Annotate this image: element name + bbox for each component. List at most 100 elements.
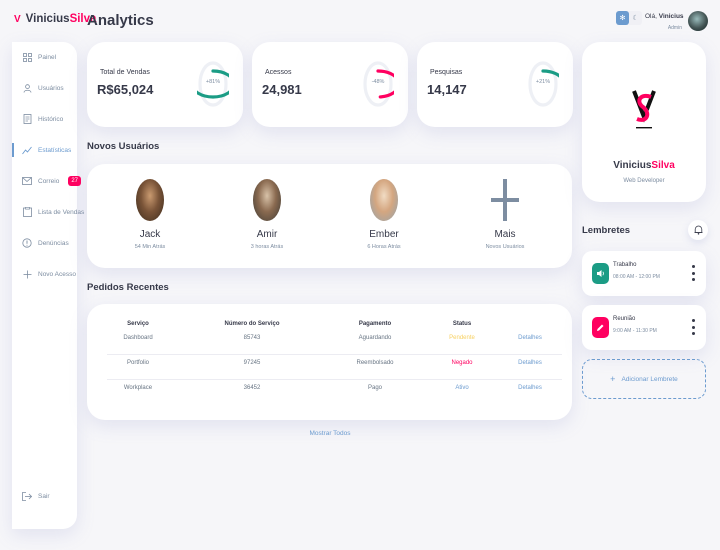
stat-label: Acessos <box>265 69 292 76</box>
stat-percent: +21% <box>535 79 551 85</box>
user-photo <box>136 179 164 221</box>
stat-card-sales: Total de Vendas R$65,024 +81% <box>87 42 243 127</box>
more-vertical-icon[interactable] <box>690 265 696 281</box>
user-photo <box>253 179 281 221</box>
sidebar-item-label: Novo Acesso <box>38 270 76 278</box>
grid-icon <box>22 52 32 62</box>
user-time: 3 horas Atrás <box>250 244 284 250</box>
stat-percent: -48% <box>371 79 385 85</box>
table-row: Dashboard 85743 Aguardando Pendente Deta… <box>87 335 572 360</box>
cell-service: Portfolio <box>126 360 149 366</box>
column-header: Número do Serviço <box>224 321 280 327</box>
profile-role: Web Developer <box>623 178 665 184</box>
stat-percent: +81% <box>205 79 221 85</box>
stat-value: 24,981 <box>262 82 302 97</box>
brand-name: ViniciusSilva <box>26 13 97 25</box>
bell-icon[interactable] <box>688 220 708 240</box>
sidebar-item-label: Usuários <box>38 84 64 92</box>
reminder-item[interactable]: Trabalho 08:00 AM - 12:00 PM <box>582 251 706 296</box>
new-users-card: Jack 54 Min Atrás Amir 3 horas Atrás Emb… <box>87 164 572 268</box>
sidebar-item-label: Denúncias <box>38 239 69 247</box>
details-link[interactable]: Detalhes <box>490 360 570 366</box>
cell-payment: Reembolsado <box>356 360 394 366</box>
header-user-name: Vinicius <box>658 13 684 20</box>
logo-mark-icon: V <box>14 13 21 25</box>
greeting: Olá, Vinicius <box>645 13 684 20</box>
profile-name-second: Silva <box>651 160 675 171</box>
sidebar-item-estatisticas[interactable]: Estatísticas <box>12 140 77 160</box>
sidebar-item-label: Histórico <box>38 115 64 123</box>
column-header: Pagamento <box>358 321 392 327</box>
details-link[interactable]: Detalhes <box>490 385 570 391</box>
user-name: Jack <box>139 229 161 240</box>
sidebar-item-historico[interactable]: Histórico <box>12 109 77 129</box>
stat-card-access: Acessos 24,981 -48% <box>252 42 408 127</box>
stat-value: R$65,024 <box>97 82 154 97</box>
chart-line-icon <box>22 145 32 155</box>
user-role: Admin <box>667 25 682 31</box>
recent-orders-card: Serviço Número do Serviço Pagamento Stat… <box>87 304 572 420</box>
profile-name-first: Vinicius <box>613 160 652 171</box>
cell-payment: Pago <box>367 385 382 391</box>
cell-service: Workplace <box>123 385 153 391</box>
plus-icon <box>22 269 32 279</box>
logout-icon <box>22 491 32 501</box>
user-photo <box>370 179 398 221</box>
user-item[interactable]: Ember 6 Horas Atrás <box>344 179 424 250</box>
plus-icon <box>491 179 519 221</box>
reminder-item[interactable]: Reunião 9:00 AM - 11:30 PM <box>582 305 706 350</box>
sidebar-item-correio[interactable]: Correio 27 <box>12 171 81 191</box>
brand-first: Vinicius <box>25 13 70 25</box>
reminder-title: Reunião <box>613 316 636 322</box>
sidebar-item-label: Painel <box>38 53 57 61</box>
show-all-link[interactable]: Mostrar Todos <box>300 430 360 437</box>
profile-card: ViniciusSilva Web Developer <box>582 42 706 202</box>
inventory-icon <box>22 207 32 217</box>
more-vertical-icon[interactable] <box>690 319 696 335</box>
avatar[interactable] <box>688 11 708 31</box>
sidebar-item-usuarios[interactable]: Usuários <box>12 78 77 98</box>
reminder-time: 08:00 AM - 12:00 PM <box>613 274 660 280</box>
reminders-title: Lembretes <box>582 225 631 236</box>
reminder-title: Trabalho <box>613 262 637 268</box>
sidebar-item-lista-de-vendas[interactable]: Lista de Vendas <box>12 202 84 222</box>
sidebar: Painel Usuários Histórico Estatísticas C… <box>12 42 84 529</box>
row-divider <box>107 379 562 380</box>
sidebar-item-denuncias[interactable]: Denúncias <box>12 233 77 253</box>
user-name: Ember <box>369 229 399 240</box>
cell-service: Dashboard <box>123 335 153 341</box>
reminder-time: 9:00 AM - 11:30 PM <box>613 328 657 334</box>
user-item-more[interactable]: Mais Novos Usuários <box>465 179 545 250</box>
sidebar-item-painel[interactable]: Painel <box>12 47 77 67</box>
add-reminder-label: Adicionar Lembrete <box>621 375 678 383</box>
row-divider <box>107 354 562 355</box>
sidebar-item-label: Estatísticas <box>38 146 72 154</box>
user-name: Mais <box>494 229 516 240</box>
profile-logo-icon <box>629 87 659 133</box>
table-row: Portfolio 97245 Reembolsado Negado Detal… <box>87 360 572 385</box>
sidebar-item-sair[interactable]: Sair <box>12 486 77 506</box>
user-name: Amir <box>256 229 278 240</box>
page-title: Analytics <box>87 12 154 29</box>
add-reminder-button[interactable]: + Adicionar Lembrete <box>582 359 706 399</box>
user-item[interactable]: Amir 3 horas Atrás <box>227 179 307 250</box>
details-link[interactable]: Detalhes <box>490 335 570 341</box>
user-time: 54 Min Atrás <box>134 244 166 250</box>
recent-orders-title: Pedidos Recentes <box>87 282 169 293</box>
column-header: Status <box>452 321 472 327</box>
mail-count-badge: 27 <box>68 176 81 186</box>
theme-toggle[interactable]: ✻ ☾ <box>616 11 642 25</box>
light-mode-icon[interactable]: ✻ <box>616 11 629 25</box>
user-item[interactable]: Jack 54 Min Atrás <box>110 179 190 250</box>
edit-icon <box>592 317 609 338</box>
sidebar-item-label: Lista de Vendas <box>38 208 85 216</box>
greeting-prefix: Olá, <box>645 13 657 20</box>
new-users-title: Novos Usuários <box>87 141 160 152</box>
dark-mode-icon[interactable]: ☾ <box>629 11 642 25</box>
mail-icon <box>22 176 32 186</box>
sidebar-item-novo-acesso[interactable]: Novo Acesso <box>12 264 77 284</box>
stat-card-searches: Pesquisas 14,147 +21% <box>417 42 573 127</box>
stat-label: Total de Vendas <box>100 69 150 76</box>
receipt-icon <box>22 114 32 124</box>
user-time: 6 Horas Atrás <box>367 244 401 250</box>
